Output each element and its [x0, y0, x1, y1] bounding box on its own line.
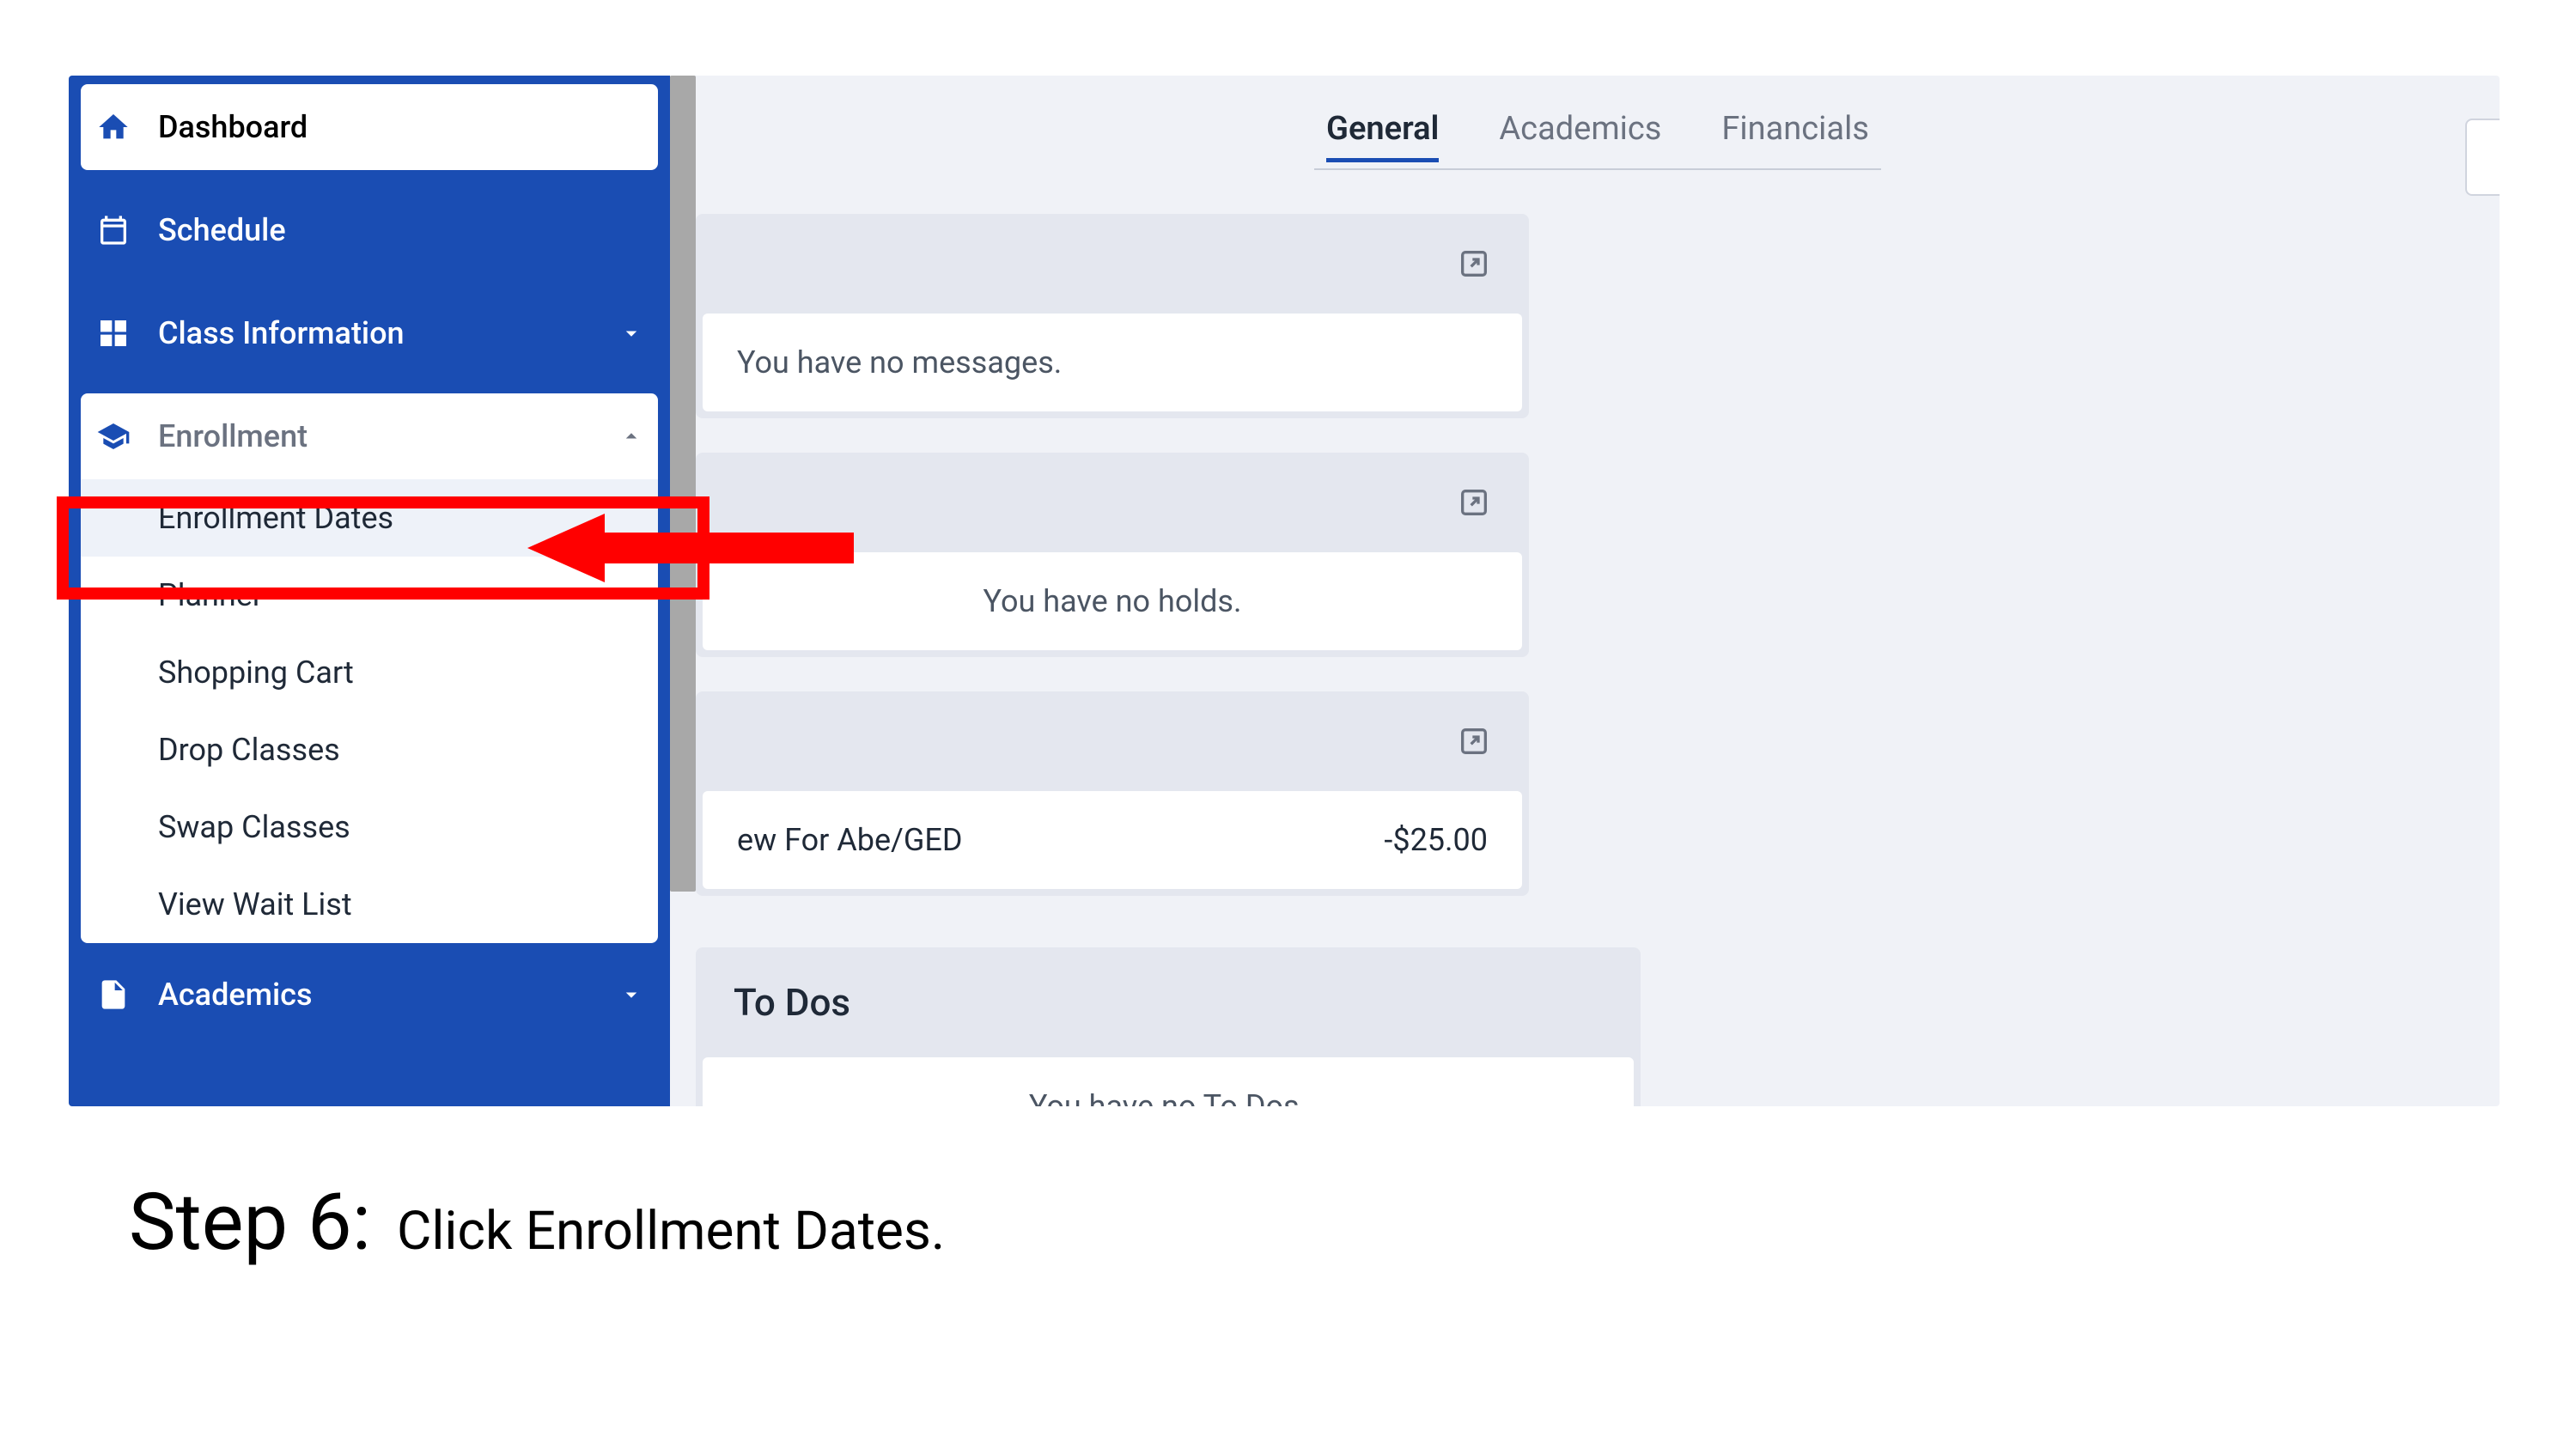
card-title: To Dos [734, 980, 850, 1025]
tab-general[interactable]: General [1326, 110, 1439, 162]
card-holds: You have no holds. [696, 453, 1529, 657]
sidebar-item-academics[interactable]: Academics [69, 943, 670, 1046]
main-content: General Academics Financials You have no… [696, 76, 2500, 1106]
graduation-icon [94, 417, 132, 455]
card-body: You have no messages. [703, 314, 1522, 411]
fee-row: ew For Abe/GED -$25.00 [737, 822, 1488, 858]
tabs-underline [1314, 168, 1881, 170]
sidebar-item-label: Class Information [158, 315, 405, 351]
card-header [696, 691, 1529, 791]
submenu-item-enrollment-dates[interactable]: Enrollment Dates [81, 479, 658, 557]
submenu-item-planner[interactable]: Planner [81, 557, 658, 634]
sidebar-item-label: Schedule [158, 212, 286, 248]
sidebar-item-dashboard[interactable]: Dashboard [81, 84, 658, 170]
submenu-item-label: Swap Classes [158, 809, 350, 845]
calendar-icon [94, 211, 132, 249]
cards-area: You have no messages. You have no holds. [696, 162, 2500, 1106]
fee-label: ew For Abe/GED [737, 822, 963, 858]
step-text: Click Enrollment Dates. [397, 1200, 945, 1263]
card-body: ew For Abe/GED -$25.00 [703, 791, 1522, 889]
popup-icon[interactable] [1457, 485, 1491, 520]
card-body: You have no holds. [703, 552, 1522, 650]
tabs: General Academics Financials [696, 76, 2500, 162]
submenu-item-label: Drop Classes [158, 732, 340, 768]
home-icon [94, 108, 132, 146]
tab-financials[interactable]: Financials [1721, 110, 1869, 162]
card-column-left: You have no messages. You have no holds. [696, 214, 1529, 896]
tab-academics[interactable]: Academics [1499, 110, 1661, 162]
card-todos: To Dos You have no To Dos. [696, 947, 1641, 1106]
card-column-right: To Dos You have no To Dos. Wait List SPR… [696, 947, 1641, 1106]
submenu-item-view-wait-list[interactable]: View Wait List [81, 866, 658, 943]
sidebar: Dashboard Schedule Class Information Enr… [69, 76, 670, 1106]
sidebar-item-label: Enrollment [158, 418, 308, 454]
grid-icon [94, 314, 132, 352]
card-fees: ew For Abe/GED -$25.00 [696, 691, 1529, 896]
sidebar-item-schedule[interactable]: Schedule [69, 179, 670, 282]
sidebar-item-label: Academics [158, 977, 313, 1013]
card-header: To Dos [696, 947, 1641, 1057]
step-label: Step 6: [129, 1177, 371, 1269]
chevron-down-icon [618, 982, 644, 1008]
submenu-item-label: View Wait List [158, 886, 352, 922]
chevron-up-icon [618, 423, 644, 449]
card-body: You have no To Dos. [703, 1057, 1634, 1106]
card-messages: You have no messages. [696, 214, 1529, 418]
submenu-item-shopping-cart[interactable]: Shopping Cart [81, 634, 658, 711]
sidebar-item-label: Dashboard [158, 109, 308, 145]
card-header [696, 453, 1529, 552]
enrollment-submenu: Enrollment Dates Planner Shopping Cart D… [81, 479, 658, 943]
submenu-item-label: Planner [158, 577, 263, 613]
sidebar-scrollbar[interactable] [670, 76, 696, 892]
submenu-item-swap-classes[interactable]: Swap Classes [81, 788, 658, 866]
partial-button[interactable] [2465, 119, 2500, 196]
submenu-item-drop-classes[interactable]: Drop Classes [81, 711, 658, 788]
sidebar-item-class-information[interactable]: Class Information [69, 282, 670, 385]
sidebar-item-enrollment[interactable]: Enrollment [81, 393, 658, 479]
submenu-item-label: Shopping Cart [158, 654, 354, 691]
fee-amount: -$25.00 [1384, 822, 1488, 858]
app-container: Dashboard Schedule Class Information Enr… [69, 76, 2500, 1106]
submenu-item-label: Enrollment Dates [158, 500, 393, 536]
chevron-down-icon [618, 320, 644, 346]
popup-icon[interactable] [1457, 724, 1491, 758]
card-header [696, 214, 1529, 314]
document-icon [94, 976, 132, 1014]
instruction-text: Step 6: Click Enrollment Dates. [129, 1177, 945, 1269]
popup-icon[interactable] [1457, 247, 1491, 281]
